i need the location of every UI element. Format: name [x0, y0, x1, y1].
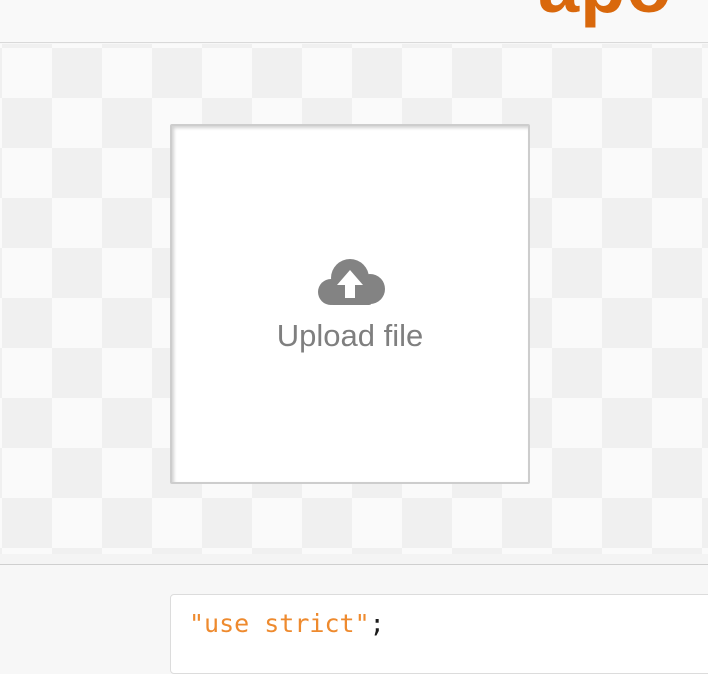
logo[interactable]: apo	[538, 0, 673, 24]
code-section: "use strict";	[0, 566, 708, 674]
cloud-upload-icon	[318, 259, 385, 305]
canvas-footer-bar	[0, 554, 708, 565]
upload-label: Upload file	[276, 318, 424, 353]
header: apo	[0, 0, 708, 43]
code-editor[interactable]: "use strict";	[170, 594, 708, 674]
upload-dropzone[interactable]: Upload file	[170, 124, 530, 484]
